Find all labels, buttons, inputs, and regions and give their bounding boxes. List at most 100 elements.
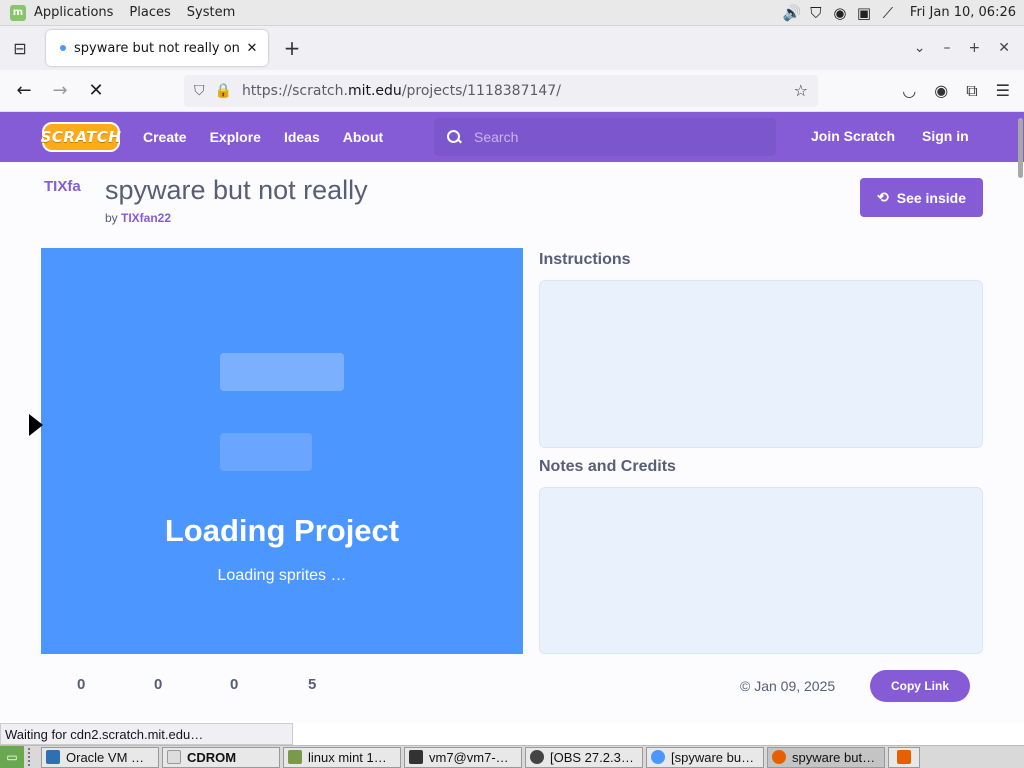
lock-icon[interactable]: 🔒 xyxy=(215,83,232,99)
taskbar-label: CDROM xyxy=(187,749,237,765)
nav-ideas[interactable]: Ideas xyxy=(284,129,320,145)
notes-box[interactable] xyxy=(539,487,983,654)
account-icon[interactable]: ◉ xyxy=(934,81,948,101)
cdrom-icon xyxy=(167,750,181,764)
back-icon[interactable]: ← xyxy=(6,80,42,101)
page-scrollbar[interactable] xyxy=(1016,112,1024,722)
search-input[interactable]: Search xyxy=(434,118,776,156)
close-tab-icon[interactable]: ✕ xyxy=(244,41,260,56)
remix-icon: ⟲ xyxy=(877,189,889,205)
tab-loading-icon xyxy=(60,45,66,51)
taskbar-item-linux-mint[interactable]: linux mint 1… xyxy=(283,746,401,768)
instructions-label: Instructions xyxy=(539,251,631,268)
obs-icon[interactable]: ◉ xyxy=(830,3,850,23)
browser-nav-bar: ← → ✕ ⛉ 🔒 https://scratch.mit.edu/projec… xyxy=(0,70,1024,112)
instructions-box[interactable] xyxy=(539,280,983,448)
extensions-icon[interactable]: ⧉ xyxy=(966,81,977,101)
project-byline: by TIXfan22 xyxy=(105,211,171,225)
see-inside-label: See inside xyxy=(896,189,966,206)
taskbar-label: vm7@vm7-… xyxy=(429,749,509,765)
project-title: spyware but not really xyxy=(105,175,368,205)
close-window-icon[interactable]: ✕ xyxy=(998,40,1010,56)
show-desktop-icon[interactable]: ▭ xyxy=(0,746,24,768)
taskbar-item-oracle-vm[interactable]: Oracle VM … xyxy=(41,746,159,768)
taskbar-label: linux mint 1… xyxy=(308,749,387,765)
taskbar-item-obs[interactable]: [OBS 27.2.3… xyxy=(525,746,643,768)
taskbar-label: spyware but… xyxy=(792,749,876,765)
bookmark-star-icon[interactable]: ☆ xyxy=(794,81,808,100)
tracking-shield-icon[interactable]: ⛉ xyxy=(194,83,205,99)
browser-tab[interactable]: spyware but not really on Sc ✕ xyxy=(46,30,268,66)
sign-in-link[interactable]: Sign in xyxy=(922,128,969,144)
taskbar-item-terminal[interactable]: vm7@vm7-… xyxy=(404,746,522,768)
taskbar-label: [spyware bu… xyxy=(671,749,755,765)
menu-applications[interactable]: Applications xyxy=(34,5,113,20)
browser-icon xyxy=(651,750,665,764)
loves-count[interactable]: 0 xyxy=(77,676,85,693)
pocket-icon[interactable]: ◡ xyxy=(902,81,916,101)
clock[interactable]: Fri Jan 10, 06:26 xyxy=(910,5,1016,20)
taskbar: ▭ Oracle VM … CDROM linux mint 1… vm7@vm… xyxy=(0,745,1024,768)
loading-title: Loading Project xyxy=(164,513,400,548)
stop-icon[interactable]: ✕ xyxy=(78,80,114,101)
network-icon[interactable]: ⟋ xyxy=(878,3,898,23)
author-link[interactable]: TIXfan22 xyxy=(121,211,171,225)
shield-icon[interactable]: ⛉ xyxy=(806,3,826,23)
nav-about[interactable]: About xyxy=(343,129,383,145)
taskbar-handle xyxy=(28,748,38,766)
by-label: by xyxy=(105,211,122,225)
clipboard-icon[interactable]: ▣ xyxy=(854,3,874,23)
loading-subtitle: Loading sprites … xyxy=(217,567,347,584)
forward-icon[interactable]: → xyxy=(42,80,78,101)
maximize-icon[interactable]: + xyxy=(969,40,981,56)
copy-link-button[interactable]: Copy Link xyxy=(870,670,970,702)
taskbar-item-extra[interactable] xyxy=(888,746,920,768)
mouse-cursor-icon xyxy=(29,414,43,436)
views-count: 5 xyxy=(308,676,317,693)
search-icon xyxy=(446,129,462,145)
taskbar-label: [OBS 27.2.3… xyxy=(550,749,634,765)
scratch-logo[interactable]: SCRATCH xyxy=(41,122,121,152)
virtualbox-icon xyxy=(46,750,60,764)
remixes-count: 0 xyxy=(230,676,239,693)
project-stage[interactable]: Loading Project Loading sprites … xyxy=(41,248,523,654)
taskbar-item-cdrom[interactable]: CDROM xyxy=(162,746,280,768)
obs-icon xyxy=(530,750,544,764)
firefox-icon xyxy=(897,750,911,764)
nav-explore[interactable]: Explore xyxy=(210,129,261,145)
nav-create[interactable]: Create xyxy=(143,129,187,145)
taskbar-item-spyware-firefox[interactable]: spyware but… xyxy=(767,746,885,768)
new-tab-icon[interactable]: + xyxy=(280,36,304,60)
scratch-page: SCRATCH Create Explore Ideas About Searc… xyxy=(0,112,1024,722)
url-prefix: https://scratch. xyxy=(241,82,348,99)
list-tabs-icon[interactable]: ⌄ xyxy=(914,40,926,56)
see-inside-button[interactable]: ⟲ See inside xyxy=(860,178,983,217)
scratch-navbar: SCRATCH Create Explore Ideas About Searc… xyxy=(0,112,1024,162)
folder-icon xyxy=(288,750,302,764)
terminal-icon xyxy=(409,750,423,764)
menu-places[interactable]: Places xyxy=(129,5,170,20)
tab-title: spyware but not really on Sc xyxy=(74,40,244,56)
mint-menu-icon[interactable]: m xyxy=(10,4,26,21)
status-bar: Waiting for cdn2.scratch.mit.edu… xyxy=(0,723,293,745)
url-bar[interactable]: ⛉ 🔒 https://scratch.mit.edu/projects/111… xyxy=(184,74,818,107)
taskbar-item-spyware-chrome[interactable]: [spyware bu… xyxy=(646,746,764,768)
system-top-panel: m Applications Places System 🔊 ⛉ ◉ ▣ ⟋ F… xyxy=(0,0,1024,26)
favorites-count[interactable]: 0 xyxy=(154,676,162,693)
firefox-view-icon[interactable]: ⊟ xyxy=(0,39,40,58)
browser-tab-bar: ⊟ spyware but not really on Sc ✕ + ⌄ – +… xyxy=(0,26,1024,70)
system-tray: 🔊 ⛉ ◉ ▣ ⟋ Fri Jan 10, 06:26 xyxy=(782,3,1016,23)
hamburger-menu-icon[interactable]: ☰ xyxy=(996,81,1010,101)
join-scratch-link[interactable]: Join Scratch xyxy=(811,128,895,144)
scrollbar-thumb[interactable] xyxy=(1018,118,1023,178)
notes-label: Notes and Credits xyxy=(539,458,676,475)
volume-icon[interactable]: 🔊 xyxy=(782,3,802,23)
minimize-icon[interactable]: – xyxy=(944,40,951,56)
taskbar-label: Oracle VM … xyxy=(66,749,145,765)
author-avatar[interactable]: TIXfa xyxy=(44,178,81,195)
url-path: /projects/1118387147/ xyxy=(401,82,561,99)
menu-system[interactable]: System xyxy=(187,5,235,20)
url-domain: mit.edu xyxy=(347,82,402,99)
url-text[interactable]: https://scratch.mit.edu/projects/1118387… xyxy=(242,83,794,99)
loading-block-icon xyxy=(220,433,312,471)
